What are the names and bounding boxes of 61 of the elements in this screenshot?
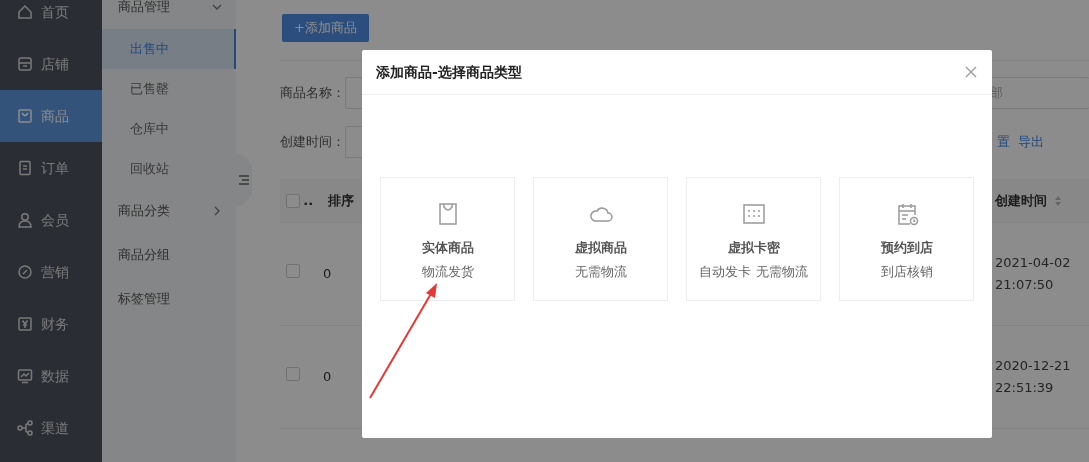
home-icon (17, 4, 33, 20)
submenu-item[interactable]: 出售中 (102, 29, 236, 69)
sidebar-item[interactable]: 首页 (0, 0, 102, 38)
action-link[interactable]: 置 (997, 132, 1010, 152)
table-cell: 0 (323, 266, 332, 282)
product-type-card[interactable]: 实体商品 物流发货 (380, 177, 515, 301)
card-subtitle: 自动发卡 无需物流 (699, 262, 808, 281)
filter-label: 商品名称： (280, 84, 345, 103)
submenu-item[interactable]: 商品管理 (102, 0, 236, 29)
product-type-card[interactable]: 虚拟商品 无需物流 (533, 177, 668, 301)
menu-icon (239, 175, 249, 185)
sidebar-item[interactable]: 店铺 (0, 38, 102, 90)
chevron-icon (212, 206, 222, 216)
document-icon (17, 160, 33, 176)
sort-icon[interactable] (1053, 194, 1062, 207)
submenu-item[interactable]: 标签管理 (102, 277, 236, 321)
action-link[interactable]: 导出 (1018, 132, 1044, 152)
card-title: 虚拟商品 (574, 239, 627, 257)
card-icon (740, 201, 767, 227)
close-icon (964, 65, 978, 79)
filter-label: 创建时间： (280, 133, 345, 152)
sidebar-item[interactable]: 订单 (0, 142, 102, 194)
user-icon (17, 212, 33, 228)
chevron-icon (212, 2, 222, 12)
add-product-button[interactable]: +添加商品 (282, 14, 369, 42)
sidebar-item[interactable]: 渠道 (0, 402, 102, 454)
checkbox[interactable] (286, 367, 300, 382)
checkbox[interactable] (286, 193, 300, 208)
sidebar-item[interactable]: 会员 (0, 194, 102, 246)
collapse-handle[interactable] (236, 154, 252, 206)
yen-icon (17, 316, 33, 332)
close-button[interactable] (964, 65, 978, 79)
column-header: 排序 (328, 192, 354, 208)
table-cell: 0 (323, 369, 332, 385)
sidebar-item[interactable]: 商品 (0, 90, 102, 142)
share-icon (17, 420, 33, 436)
sidebar-item[interactable]: 数据 (0, 350, 102, 402)
submenu-item[interactable]: 商品分类 (102, 189, 236, 233)
submenu-item[interactable]: 仓库中 (102, 109, 236, 149)
card-subtitle: 物流发货 (421, 262, 474, 281)
product-type-card[interactable]: 虚拟卡密 自动发卡 无需物流 (686, 177, 821, 301)
submenu-item[interactable]: 商品分组 (102, 233, 236, 277)
card-subtitle: 无需物流 (574, 262, 627, 281)
column-header: 创建时间 (995, 191, 1047, 210)
checkbox[interactable] (286, 264, 300, 279)
card-subtitle: 到店核销 (880, 262, 933, 281)
card-title: 预约到店 (880, 239, 933, 257)
modal-title: 添加商品-选择商品类型 (376, 62, 522, 82)
submenu-item[interactable]: 已售罄 (102, 69, 236, 109)
submenu-item[interactable]: 回收站 (102, 149, 236, 189)
store-icon (17, 56, 33, 72)
card-title: 虚拟卡密 (727, 239, 780, 257)
product-type-card[interactable]: 预约到店 到店核销 (839, 177, 974, 301)
bag-icon (17, 108, 33, 124)
monitor-icon (17, 368, 33, 384)
card-title: 实体商品 (421, 239, 474, 257)
sidebar-item[interactable]: 营销 (0, 246, 102, 298)
table-cell-text: 2021-04-02 21:07:50 (995, 253, 1072, 294)
sidebar-item[interactable]: 财务 (0, 298, 102, 350)
column-header: .. (303, 191, 314, 210)
table-cell-text: 2020-12-21 22:51:39 (995, 356, 1072, 397)
